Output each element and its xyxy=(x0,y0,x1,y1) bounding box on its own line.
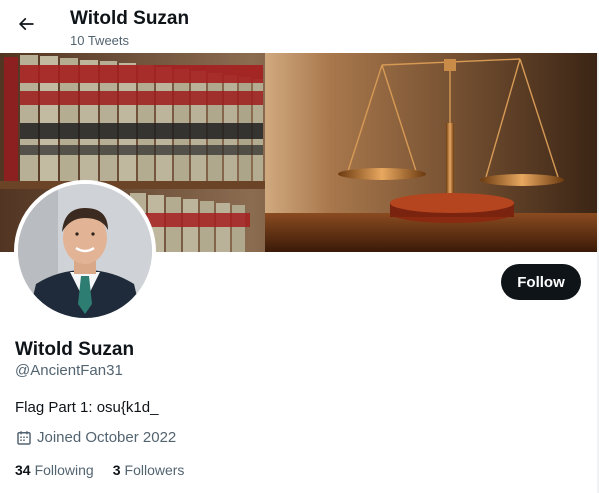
followers-count: 3 xyxy=(112,462,121,478)
profile-bio: Flag Part 1: osu{k1d_ xyxy=(15,399,159,416)
calendar-icon xyxy=(15,429,33,447)
followers-label: Followers xyxy=(124,462,185,478)
following-link[interactable]: 34 Following xyxy=(15,461,94,479)
follow-button[interactable]: Follow xyxy=(501,264,581,300)
followers-link[interactable]: 3 Followers xyxy=(113,461,185,479)
profile-header: Witold Suzan 10 Tweets xyxy=(0,0,599,53)
follow-stats: 34 Following 3 Followers xyxy=(15,461,203,479)
following-label: Following xyxy=(34,462,94,478)
joined-text: Joined October 2022 xyxy=(37,429,177,446)
header-title: Witold Suzan xyxy=(70,8,190,29)
arrow-left-icon xyxy=(16,14,36,39)
profile-name: Witold Suzan xyxy=(15,339,135,360)
tweet-count: 10 Tweets xyxy=(70,33,130,48)
joined-date: Joined October 2022 xyxy=(15,429,176,447)
avatar[interactable] xyxy=(14,180,156,322)
profile-handle: @AncientFan31 xyxy=(15,362,123,379)
following-count: 34 xyxy=(15,462,31,478)
back-button[interactable] xyxy=(9,9,43,43)
